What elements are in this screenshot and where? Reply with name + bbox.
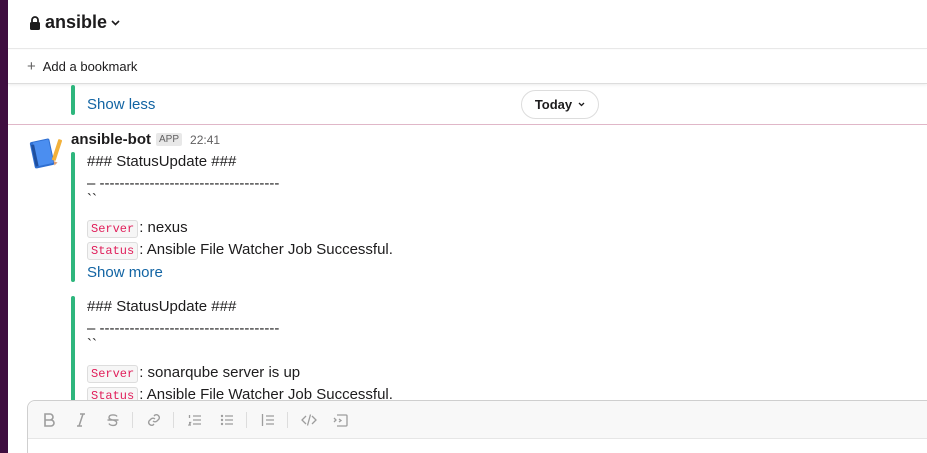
attachment-dashes: – ------------------------------------ <box>87 320 280 337</box>
attachment-backticks: `` <box>87 336 97 353</box>
chevron-down-icon <box>578 102 585 107</box>
server-tag: Server <box>87 365 139 383</box>
server-value: : nexus <box>139 219 188 236</box>
attachment-heading: ### StatusUpdate ### <box>87 153 237 170</box>
date-divider-line <box>8 124 927 125</box>
attachment-bar <box>71 85 75 115</box>
app-badge: APP <box>156 133 183 146</box>
attachment-backticks: `` <box>87 191 97 208</box>
strikethrough-icon[interactable] <box>105 412 121 428</box>
server-line: Server: nexus <box>87 219 188 238</box>
status-tag: Status <box>87 387 139 400</box>
toolbar-separator <box>173 412 174 428</box>
message-timestamp[interactable]: 22:41 <box>190 133 220 147</box>
bulleted-list-icon[interactable] <box>219 412 235 428</box>
show-less-link[interactable]: Show less <box>87 96 155 113</box>
formatting-toolbar <box>28 401 927 439</box>
toolbar-separator <box>246 412 247 428</box>
code-block-icon[interactable] <box>333 412 349 428</box>
add-bookmark-label: Add a bookmark <box>42 59 138 74</box>
message-list[interactable]: – ------------------------------------ S… <box>8 85 927 400</box>
show-more-link[interactable]: Show more <box>87 264 163 281</box>
message-composer[interactable] <box>27 400 927 453</box>
code-icon[interactable] <box>301 412 317 428</box>
status-value: : Ansible File Watcher Job Successful. <box>139 386 393 400</box>
blockquote-icon[interactable] <box>260 412 276 428</box>
workspace-sidebar-edge <box>0 0 8 453</box>
attachment-bar <box>71 152 75 282</box>
toolbar-separator <box>287 412 288 428</box>
message-sender-row: ansible-bot APP 22:41 <box>71 131 220 148</box>
chevron-down-icon <box>111 19 120 26</box>
attachment-dashes: – ------------------------------------ <box>87 85 279 92</box>
italic-icon[interactable] <box>73 412 89 428</box>
ordered-list-icon[interactable] <box>187 412 203 428</box>
lock-icon <box>29 15 41 30</box>
toolbar-separator <box>132 412 133 428</box>
channel-title-button[interactable]: ansible <box>29 12 120 33</box>
status-line: Status: Ansible File Watcher Job Success… <box>87 241 393 260</box>
channel-header: ansible <box>8 0 927 49</box>
server-line: Server: sonarqube server is up <box>87 364 301 383</box>
server-value: : sonarqube server is up <box>139 364 301 381</box>
bookmark-bar: + Add a bookmark <box>8 50 927 84</box>
bot-avatar[interactable] <box>28 135 64 171</box>
date-divider-button[interactable]: Today <box>521 90 599 119</box>
plus-icon: + <box>27 58 36 75</box>
server-tag: Server <box>87 220 139 238</box>
attachment-bar <box>71 296 75 400</box>
date-divider-label: Today <box>534 97 573 112</box>
status-line: Status: Ansible File Watcher Job Success… <box>87 386 393 400</box>
status-value: : Ansible File Watcher Job Successful. <box>139 241 393 258</box>
sender-name[interactable]: ansible-bot <box>71 131 151 148</box>
attachment-dashes: – ------------------------------------ <box>87 175 280 192</box>
bold-icon[interactable] <box>41 412 57 428</box>
link-icon[interactable] <box>146 412 162 428</box>
add-bookmark-button[interactable]: + Add a bookmark <box>27 59 137 74</box>
status-tag: Status <box>87 242 139 260</box>
channel-name: ansible <box>45 12 108 32</box>
attachment-heading: ### StatusUpdate ### <box>87 298 237 315</box>
